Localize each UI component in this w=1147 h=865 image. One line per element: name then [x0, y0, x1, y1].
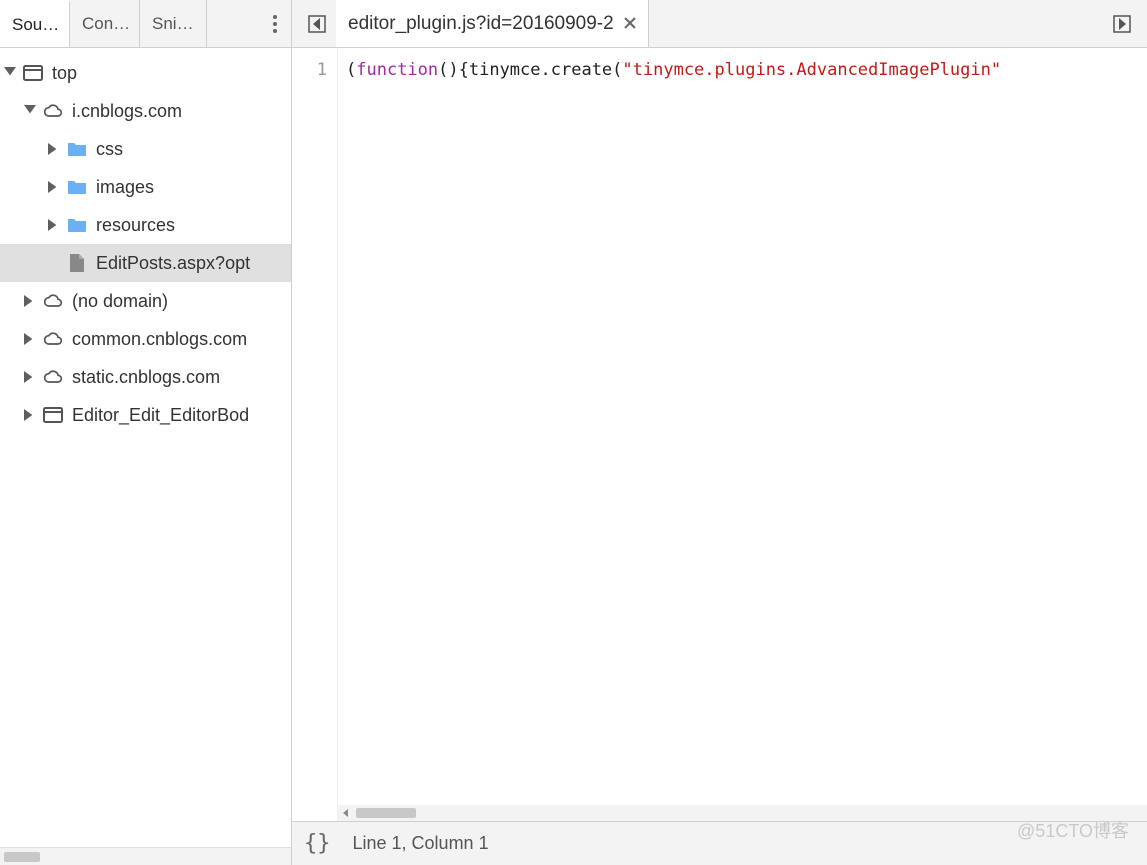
chevron-right-icon [24, 295, 36, 307]
cursor-position: Line 1, Column 1 [353, 833, 489, 854]
tree-label: top [52, 63, 77, 84]
scrollbar-thumb[interactable] [356, 808, 416, 818]
frame-icon [42, 404, 64, 426]
tree-node-domain[interactable]: (no domain) [0, 282, 291, 320]
tree-label: (no domain) [72, 291, 168, 312]
code-token: .create( [541, 60, 623, 80]
chevron-right-icon [48, 181, 60, 193]
tree-node-folder[interactable]: css [0, 130, 291, 168]
tab-snippets[interactable]: Sni… [140, 0, 207, 47]
panel-tab-strip: Sou… Con… Sni… [0, 0, 291, 48]
status-bar: {} Line 1, Column 1 [292, 821, 1147, 865]
tree-label: EditPosts.aspx?opt [96, 253, 250, 274]
file-tree[interactable]: top i.cnblogs.com css images resources [0, 48, 291, 847]
tree-label: resources [96, 215, 175, 236]
code-editor[interactable]: 1 (function(){tinymce.create("tinymce.pl… [292, 48, 1147, 821]
tree-label: common.cnblogs.com [72, 329, 247, 350]
editor-tab-strip: editor_plugin.js?id=20160909-2 [292, 0, 1147, 48]
tree-label: static.cnblogs.com [72, 367, 220, 388]
line-number: 1 [292, 60, 327, 80]
chevron-right-icon [48, 143, 60, 155]
tree-node-domain[interactable]: i.cnblogs.com [0, 92, 291, 130]
sources-panel: Sou… Con… Sni… top i.cnblogs.com css [0, 0, 292, 865]
more-tabs-button[interactable] [259, 0, 291, 47]
tree-node-domain[interactable]: static.cnblogs.com [0, 358, 291, 396]
cloud-icon [42, 290, 64, 312]
editor-tab-title: editor_plugin.js?id=20160909-2 [348, 13, 614, 35]
horizontal-scrollbar[interactable] [0, 847, 291, 865]
scroll-left-icon[interactable] [338, 805, 354, 821]
editor-tab[interactable]: editor_plugin.js?id=20160909-2 [336, 0, 649, 47]
close-icon[interactable] [624, 13, 636, 35]
code-token: (){ [438, 60, 469, 80]
horizontal-scrollbar[interactable] [338, 805, 1147, 821]
editor-panel: editor_plugin.js?id=20160909-2 1 (functi… [292, 0, 1147, 865]
folder-icon [66, 214, 88, 236]
pretty-print-button[interactable]: {} [304, 831, 331, 856]
tree-label: images [96, 177, 154, 198]
tree-label: i.cnblogs.com [72, 101, 182, 122]
tree-label: css [96, 139, 123, 160]
tree-node-top[interactable]: top [0, 54, 291, 92]
nav-prev-button[interactable] [304, 11, 330, 37]
folder-icon [66, 176, 88, 198]
cloud-icon [42, 366, 64, 388]
code-content[interactable]: (function(){tinymce.create("tinymce.plug… [338, 48, 1147, 821]
tree-node-frame[interactable]: Editor_Edit_EditorBod [0, 396, 291, 434]
tab-sources[interactable]: Sou… [0, 0, 70, 47]
chevron-down-icon [24, 105, 36, 117]
tree-node-file-selected[interactable]: EditPosts.aspx?opt [0, 244, 291, 282]
chevron-right-icon [48, 219, 60, 231]
folder-icon [66, 138, 88, 160]
tree-node-folder[interactable]: images [0, 168, 291, 206]
cloud-icon [42, 328, 64, 350]
tree-node-domain[interactable]: common.cnblogs.com [0, 320, 291, 358]
line-gutter: 1 [292, 48, 338, 821]
nav-next-button[interactable] [1109, 11, 1135, 37]
cloud-icon [42, 100, 64, 122]
code-token: ( [346, 60, 356, 80]
file-icon [66, 252, 88, 274]
code-token: tinymce [469, 60, 541, 80]
code-token-keyword: function [356, 60, 438, 80]
chevron-right-icon [24, 333, 36, 345]
tree-label: Editor_Edit_EditorBod [72, 405, 249, 426]
chevron-right-icon [24, 409, 36, 421]
frame-icon [22, 62, 44, 84]
chevron-down-icon [4, 67, 16, 79]
tab-content[interactable]: Con… [70, 0, 140, 47]
tree-node-folder[interactable]: resources [0, 206, 291, 244]
chevron-right-icon [24, 371, 36, 383]
scrollbar-thumb[interactable] [4, 852, 40, 862]
code-token-string: "tinymce.plugins.AdvancedImagePlugin" [622, 60, 1001, 80]
